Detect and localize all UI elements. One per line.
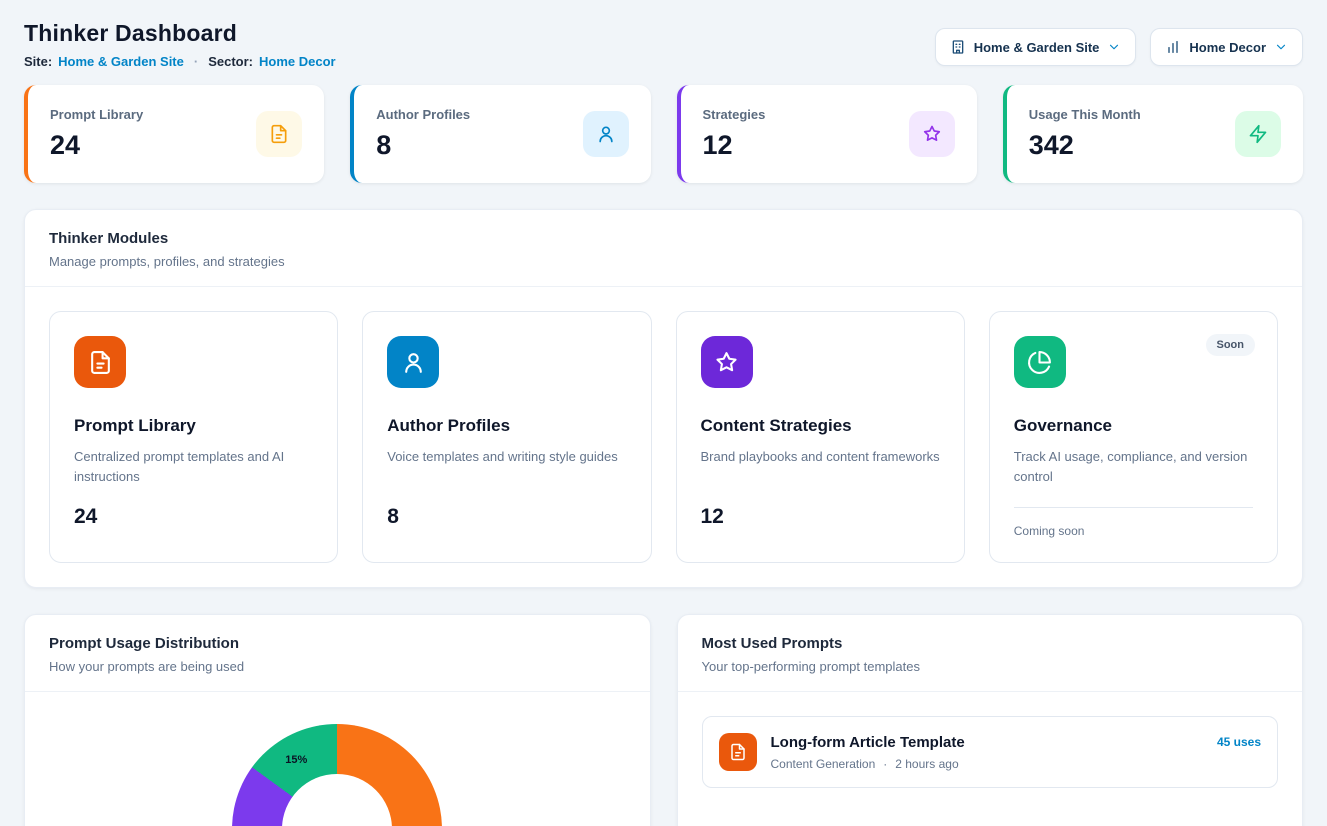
soon-badge: Soon: [1206, 334, 1256, 356]
stat-value: 342: [1029, 130, 1141, 161]
star-icon: [909, 111, 955, 157]
bottom-row: Prompt Usage Distribution How your promp…: [24, 614, 1303, 826]
star-icon: [701, 336, 753, 388]
prompt-list-item[interactable]: Long-form Article Template Content Gener…: [702, 716, 1279, 788]
document-icon: [74, 336, 126, 388]
module-count: 12: [701, 505, 940, 529]
stat-value: 12: [703, 130, 766, 161]
user-icon: [583, 111, 629, 157]
modules-title: Thinker Modules: [49, 230, 1278, 247]
chevron-down-icon: [1107, 40, 1121, 54]
user-icon: [387, 336, 439, 388]
module-description: Track AI usage, compliance, and version …: [1014, 447, 1253, 487]
sector-label: Sector:: [208, 54, 253, 69]
header-left: Thinker Dashboard Site: Home & Garden Si…: [24, 20, 336, 69]
sector-selector-label: Home Decor: [1189, 40, 1266, 55]
most-used-prompts-panel: Most Used Prompts Your top-performing pr…: [677, 614, 1304, 826]
module-title: Content Strategies: [701, 416, 940, 436]
stats-row: Prompt Library 24 Author Profiles 8 Stra…: [24, 85, 1303, 183]
chevron-down-icon: [1274, 40, 1288, 54]
sector-selector-dropdown[interactable]: Home Decor: [1150, 28, 1303, 66]
prompt-list: Long-form Article Template Content Gener…: [678, 692, 1303, 812]
stat-label: Strategies: [703, 107, 766, 122]
site-selector-dropdown[interactable]: Home & Garden Site: [935, 28, 1137, 66]
prompt-time: 2 hours ago: [895, 757, 958, 771]
module-card-content-strategies[interactable]: Content Strategies Brand playbooks and c…: [676, 311, 965, 563]
bar-chart-icon: [1165, 39, 1181, 55]
stat-card-author-profiles: Author Profiles 8: [350, 85, 650, 183]
stat-label: Prompt Library: [50, 107, 143, 122]
module-description: Brand playbooks and content frameworks: [701, 447, 940, 487]
prompt-item-meta: Content Generation · 2 hours ago: [771, 757, 965, 771]
module-title: Author Profiles: [387, 416, 626, 436]
dashboard-page: Thinker Dashboard Site: Home & Garden Si…: [0, 0, 1327, 826]
stat-card-usage: Usage This Month 342: [1003, 85, 1303, 183]
modules-panel-header: Thinker Modules Manage prompts, profiles…: [25, 210, 1302, 287]
meta-separator: ·: [883, 757, 887, 771]
modules-grid: Prompt Library Centralized prompt templa…: [25, 287, 1302, 587]
donut-segment-label: 15%: [285, 754, 307, 766]
document-icon: [256, 111, 302, 157]
usage-title: Prompt Usage Distribution: [49, 635, 626, 652]
stat-value: 8: [376, 130, 470, 161]
header-selectors: Home & Garden Site Home Decor: [935, 28, 1303, 66]
module-card-prompt-library[interactable]: Prompt Library Centralized prompt templa…: [49, 311, 338, 563]
module-card-author-profiles[interactable]: Author Profiles Voice templates and writ…: [362, 311, 651, 563]
stat-value: 24: [50, 130, 143, 161]
breadcrumb: Site: Home & Garden Site · Sector: Home …: [24, 54, 336, 69]
site-selector-label: Home & Garden Site: [974, 40, 1100, 55]
sector-link[interactable]: Home Decor: [259, 54, 336, 69]
prompts-panel-header: Most Used Prompts Your top-performing pr…: [678, 615, 1303, 692]
module-count: 24: [74, 505, 313, 529]
module-card-governance[interactable]: Soon Governance Track AI usage, complian…: [989, 311, 1278, 563]
module-description: Centralized prompt templates and AI inst…: [74, 447, 313, 487]
module-description: Voice templates and writing style guides: [387, 447, 626, 487]
thinker-modules-panel: Thinker Modules Manage prompts, profiles…: [24, 209, 1303, 588]
page-title: Thinker Dashboard: [24, 20, 336, 47]
lightning-icon: [1235, 111, 1281, 157]
stat-card-prompt-library: Prompt Library 24: [24, 85, 324, 183]
module-title: Governance: [1014, 416, 1253, 436]
usage-donut-chart: 15%: [232, 724, 442, 826]
module-count: 8: [387, 505, 626, 529]
page-header: Thinker Dashboard Site: Home & Garden Si…: [24, 20, 1303, 69]
site-link[interactable]: Home & Garden Site: [58, 54, 184, 69]
module-title: Prompt Library: [74, 416, 313, 436]
pie-chart-icon: [1014, 336, 1066, 388]
coming-soon-text: Coming soon: [1014, 507, 1253, 538]
breadcrumb-separator: ·: [194, 54, 198, 69]
document-icon: [719, 733, 757, 771]
prompts-subtitle: Your top-performing prompt templates: [702, 659, 1279, 674]
stat-label: Author Profiles: [376, 107, 470, 122]
modules-subtitle: Manage prompts, profiles, and strategies: [49, 254, 1278, 269]
stat-card-strategies: Strategies 12: [677, 85, 977, 183]
prompt-uses-badge: 45 uses: [1217, 733, 1261, 749]
stat-label: Usage This Month: [1029, 107, 1141, 122]
building-icon: [950, 39, 966, 55]
prompts-title: Most Used Prompts: [702, 635, 1279, 652]
donut-chart-area: 15%: [25, 692, 650, 826]
prompt-item-title: Long-form Article Template: [771, 733, 965, 751]
usage-subtitle: How your prompts are being used: [49, 659, 626, 674]
prompt-usage-panel: Prompt Usage Distribution How your promp…: [24, 614, 651, 826]
site-label: Site:: [24, 54, 52, 69]
usage-panel-header: Prompt Usage Distribution How your promp…: [25, 615, 650, 692]
prompt-category: Content Generation: [771, 757, 876, 771]
